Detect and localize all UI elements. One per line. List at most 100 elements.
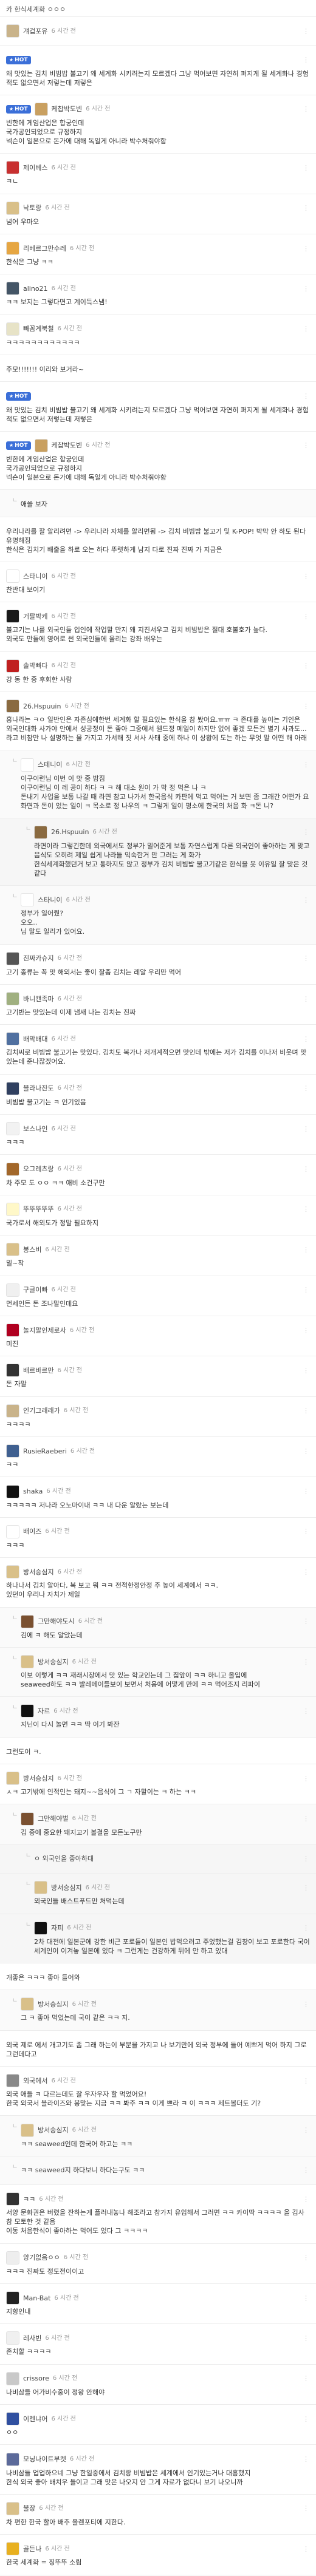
avatar[interactable] (34, 438, 48, 452)
more-dots-icon[interactable]: ⋮ (303, 1774, 310, 1783)
comment-author[interactable]: 배이즈 (23, 1527, 41, 1536)
more-dots-icon[interactable]: ⋮ (303, 2195, 310, 2204)
more-dots-icon[interactable]: ⋮ (303, 1035, 310, 1044)
more-dots-icon[interactable]: ⋮ (303, 2455, 310, 2464)
avatar[interactable] (21, 758, 34, 772)
avatar[interactable] (6, 2501, 19, 2515)
avatar[interactable] (6, 1404, 19, 1418)
avatar[interactable] (6, 322, 19, 336)
avatar[interactable] (6, 201, 19, 215)
more-dots-icon[interactable]: ⋮ (303, 954, 310, 963)
more-dots-icon[interactable]: ⋮ (303, 1657, 310, 1667)
avatar[interactable] (6, 1524, 19, 1538)
comment-author[interactable]: 방서승심지 (51, 1883, 82, 1892)
more-dots-icon[interactable]: ⋮ (303, 1124, 310, 1133)
comment-author[interactable]: 구글이빠 (23, 1285, 47, 1294)
avatar[interactable] (6, 2452, 19, 2466)
comment-author[interactable]: 리베르그만수레 (23, 244, 66, 253)
more-dots-icon[interactable]: ⋮ (303, 2544, 310, 2554)
comment-author[interactable]: 외국에서 (23, 2076, 47, 2085)
avatar[interactable] (34, 102, 48, 116)
avatar[interactable] (21, 2123, 34, 2137)
avatar[interactable] (21, 1812, 34, 1826)
more-dots-icon[interactable]: ⋮ (303, 1084, 310, 1093)
comment-author[interactable]: 26.Hspuuin (23, 702, 61, 711)
avatar[interactable] (6, 1484, 19, 1498)
comment-author[interactable]: crissore (23, 2374, 49, 2383)
comment-author[interactable]: 이젠냐어 (23, 2415, 47, 2424)
comment-author[interactable]: 스타니이 (23, 572, 47, 581)
comment-author[interactable]: 앙기없음ㅇㅇ (23, 2253, 60, 2262)
comment-author[interactable]: 불장 (23, 2504, 35, 2513)
avatar[interactable] (6, 2542, 19, 2556)
more-dots-icon[interactable]: ⋮ (303, 895, 310, 905)
more-dots-icon[interactable]: ⋮ (303, 1568, 310, 1577)
avatar[interactable] (21, 893, 34, 907)
avatar[interactable] (6, 1772, 19, 1786)
avatar[interactable] (6, 24, 19, 38)
comment-author[interactable]: 빼꼼계북철 (23, 324, 54, 333)
more-dots-icon[interactable]: ⋮ (303, 27, 310, 36)
more-dots-icon[interactable]: ⋮ (303, 1326, 310, 1335)
comment-author[interactable]: 그만해야벌 (38, 1814, 69, 1823)
avatar[interactable] (6, 282, 19, 296)
more-dots-icon[interactable]: ⋮ (303, 55, 310, 64)
avatar[interactable] (6, 1444, 19, 1458)
more-dots-icon[interactable]: ⋮ (303, 163, 310, 172)
comment-author[interactable]: ㅇ 외국인을 좋아하대 (34, 1854, 94, 1863)
comment-author[interactable]: 배르바르만 (23, 1366, 54, 1375)
avatar[interactable] (34, 825, 47, 839)
avatar[interactable] (6, 699, 19, 713)
avatar[interactable] (6, 1243, 19, 1257)
more-dots-icon[interactable]: ⋮ (303, 2076, 310, 2085)
more-dots-icon[interactable]: ⋮ (303, 702, 310, 711)
comment-author[interactable]: ㅋㅋ seaweed지 하다보니 하다는구도 ㅋㅋ (21, 2166, 145, 2175)
avatar[interactable] (6, 2192, 19, 2206)
comment-author[interactable]: 낙토랑 (23, 203, 41, 212)
avatar[interactable] (6, 2291, 19, 2305)
more-dots-icon[interactable]: ⋮ (303, 2253, 310, 2262)
avatar[interactable] (34, 1921, 47, 1935)
more-dots-icon[interactable]: ⋮ (303, 2504, 310, 2513)
more-dots-icon[interactable]: ⋮ (303, 203, 310, 212)
comment-author[interactable]: Man-Bat (23, 2294, 50, 2303)
comment-author[interactable]: 방서승심지 (23, 1774, 54, 1783)
avatar[interactable] (6, 1081, 19, 1095)
comment-author[interactable]: 진짜카슈지 (23, 954, 54, 963)
comment-author[interactable]: 자르 (38, 1707, 50, 1716)
avatar[interactable] (6, 2371, 19, 2385)
comment-author[interactable]: 케찹박도빈 (52, 104, 83, 114)
more-dots-icon[interactable]: ⋮ (303, 2415, 310, 2424)
comment-author[interactable]: 방서승심지 (23, 1568, 54, 1577)
avatar[interactable] (6, 610, 19, 624)
comment-author[interactable]: 26.Hspuuin (51, 828, 89, 837)
more-dots-icon[interactable]: ⋮ (303, 1617, 310, 1626)
avatar[interactable] (34, 1881, 47, 1895)
avatar[interactable] (6, 2251, 19, 2265)
more-dots-icon[interactable]: ⋮ (303, 1406, 310, 1415)
more-dots-icon[interactable]: ⋮ (303, 2000, 310, 2009)
more-dots-icon[interactable]: ⋮ (303, 661, 310, 670)
avatar[interactable] (21, 1614, 34, 1628)
avatar[interactable] (21, 1655, 34, 1669)
more-dots-icon[interactable]: ⋮ (303, 1366, 310, 1375)
comment-author[interactable]: 자피 (51, 1923, 63, 1932)
avatar[interactable] (6, 1032, 19, 1046)
comment-author[interactable]: 인기그래래가 (23, 1406, 60, 1415)
avatar[interactable] (21, 1704, 34, 1718)
comment-author[interactable]: 놀지말인제로사 (23, 1326, 66, 1335)
avatar[interactable] (6, 659, 19, 673)
avatar[interactable] (6, 1122, 19, 1136)
comment-author[interactable]: 바니캔족마 (23, 994, 54, 1004)
comment-author[interactable]: 제이베스 (23, 163, 47, 172)
more-dots-icon[interactable]: ⋮ (303, 1814, 310, 1823)
comment-author[interactable]: ㅋㅋ (23, 2195, 35, 2204)
more-dots-icon[interactable]: ⋮ (303, 1285, 310, 1294)
avatar[interactable] (6, 1202, 19, 1216)
comment-author[interactable]: 레사빈 (23, 2334, 41, 2343)
comment-author[interactable]: 뚜뚜뚜뚜뚜 (23, 1205, 54, 1214)
more-dots-icon[interactable]: ⋮ (303, 244, 310, 253)
avatar[interactable] (6, 569, 19, 583)
comment-author[interactable]: RusieRaeberi (23, 1447, 67, 1456)
comment-author[interactable]: 봉스비 (23, 1245, 41, 1254)
